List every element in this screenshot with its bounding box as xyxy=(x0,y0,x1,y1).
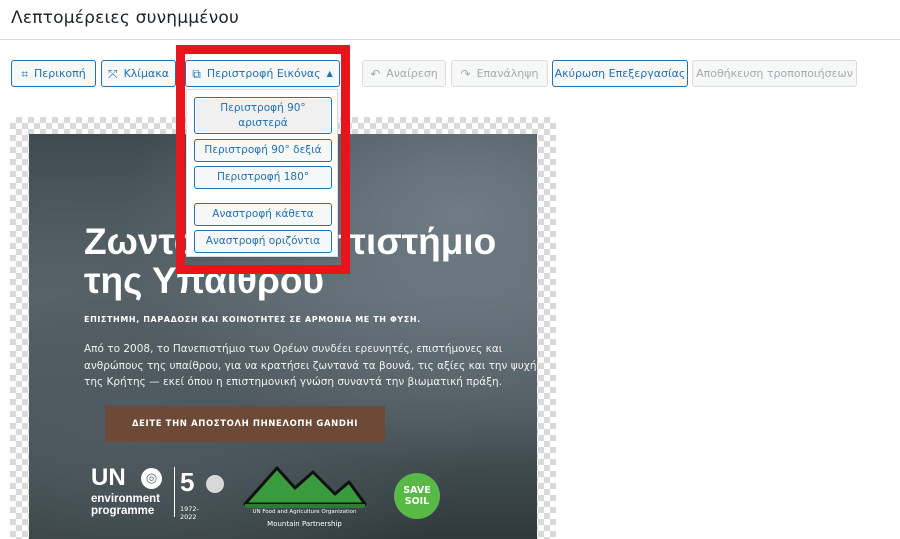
image-edit-toolbar: ⌗ Περικοπή ⤧ Κλίμακα ⧉ Περιστροφή Εικόνα… xyxy=(0,60,900,88)
scale-icon: ⤧ xyxy=(107,66,118,81)
attachment-details-page: Λεπτομέρειες συνημμένου ⌗ Περικοπή ⤧ Κλί… xyxy=(0,0,900,539)
crop-icon: ⌗ xyxy=(21,66,29,81)
save-soil-logo: SAVE SOIL xyxy=(394,473,440,519)
unep-50-text: 5 xyxy=(180,467,195,497)
rotate-image-button[interactable]: ⧉ Περιστροφή Εικόνας ▲ xyxy=(185,60,340,87)
page-title: Λεπτομέρειες συνημμένου xyxy=(11,8,240,28)
unep-anniversary-icon xyxy=(206,475,224,493)
cancel-editing-button[interactable]: Ακύρωση Επεξεργασίας xyxy=(552,60,688,87)
undo-label: Αναίρεση xyxy=(386,67,438,80)
mountain-partnership-org: UN Food and Agriculture Organization xyxy=(252,509,357,515)
menu-item-rotate-90-left[interactable]: Περιστροφή 90° αριστερά xyxy=(194,97,332,134)
mountain-partnership-name: Mountain Partnership xyxy=(267,520,342,528)
redo-button[interactable]: ↷ Επανάληψη xyxy=(451,60,548,87)
save-changes-label: Αποθήκευση τροποποιήσεων xyxy=(696,67,853,80)
undo-button[interactable]: ↶ Αναίρεση xyxy=(362,60,446,87)
image-cta-banner: ΔΕΙΤΕ ΤΗΝ ΑΠΟΣΤΟΛΗ ΠΗΝΕΛΟΠΗ GANDHI xyxy=(105,406,385,442)
rotate-icon: ⧉ xyxy=(192,66,201,81)
crop-button[interactable]: ⌗ Περικοπή xyxy=(11,60,96,87)
title-bar: Λεπτομέρειες συνημμένου xyxy=(0,0,900,40)
save-soil-line-2: SOIL xyxy=(404,496,430,507)
scale-button[interactable]: ⤧ Κλίμακα xyxy=(101,60,176,87)
unep-name: environment programme xyxy=(91,493,161,517)
menu-item-flip-vertical[interactable]: Αναστροφή κάθετα xyxy=(194,203,332,226)
unep-un-text: UN xyxy=(91,464,126,491)
mountain-partnership-logo: UN Food and Agriculture Organization Mou… xyxy=(237,464,372,534)
mountains-icon xyxy=(243,466,367,508)
crop-label: Περικοπή xyxy=(34,67,86,80)
unep-divider xyxy=(174,467,175,517)
menu-item-rotate-90-right[interactable]: Περιστροφή 90° δεξιά xyxy=(194,139,332,162)
cancel-editing-label: Ακύρωση Επεξεργασίας xyxy=(554,67,686,80)
save-changes-button[interactable]: Αποθήκευση τροποποιήσεων xyxy=(692,60,857,87)
save-soil-line-1: SAVE xyxy=(403,485,431,496)
scale-label: Κλίμακα xyxy=(123,67,170,80)
globe-icon: ◎ xyxy=(141,468,162,489)
partner-logos: UN ◎ environment programme 5 1972-2022 U… xyxy=(89,464,529,534)
menu-item-rotate-180[interactable]: Περιστροφή 180° xyxy=(194,166,332,189)
unep-years: 1972-2022 xyxy=(180,505,199,521)
rotate-label: Περιστροφή Εικόνας xyxy=(206,67,321,80)
chevron-up-icon: ▲ xyxy=(326,69,333,78)
rotate-dropdown-menu: Περιστροφή 90° αριστερά Περιστροφή 90° δ… xyxy=(186,89,338,257)
image-paragraph: Από το 2008, το Πανεπιστήμιο των Ορέων σ… xyxy=(84,343,537,388)
menu-item-flip-horizontal[interactable]: Αναστροφή οριζόντια xyxy=(194,230,332,253)
image-subheading: ΕΠΙΣΤΗΜΗ, ΠΑΡΑΔΟΣΗ ΚΑΙ ΚΟΙΝΟΤΗΤΕΣ ΣΕ ΑΡΜ… xyxy=(84,315,421,324)
redo-label: Επανάληψη xyxy=(476,67,539,80)
redo-icon: ↷ xyxy=(460,66,471,81)
undo-icon: ↶ xyxy=(370,66,381,81)
